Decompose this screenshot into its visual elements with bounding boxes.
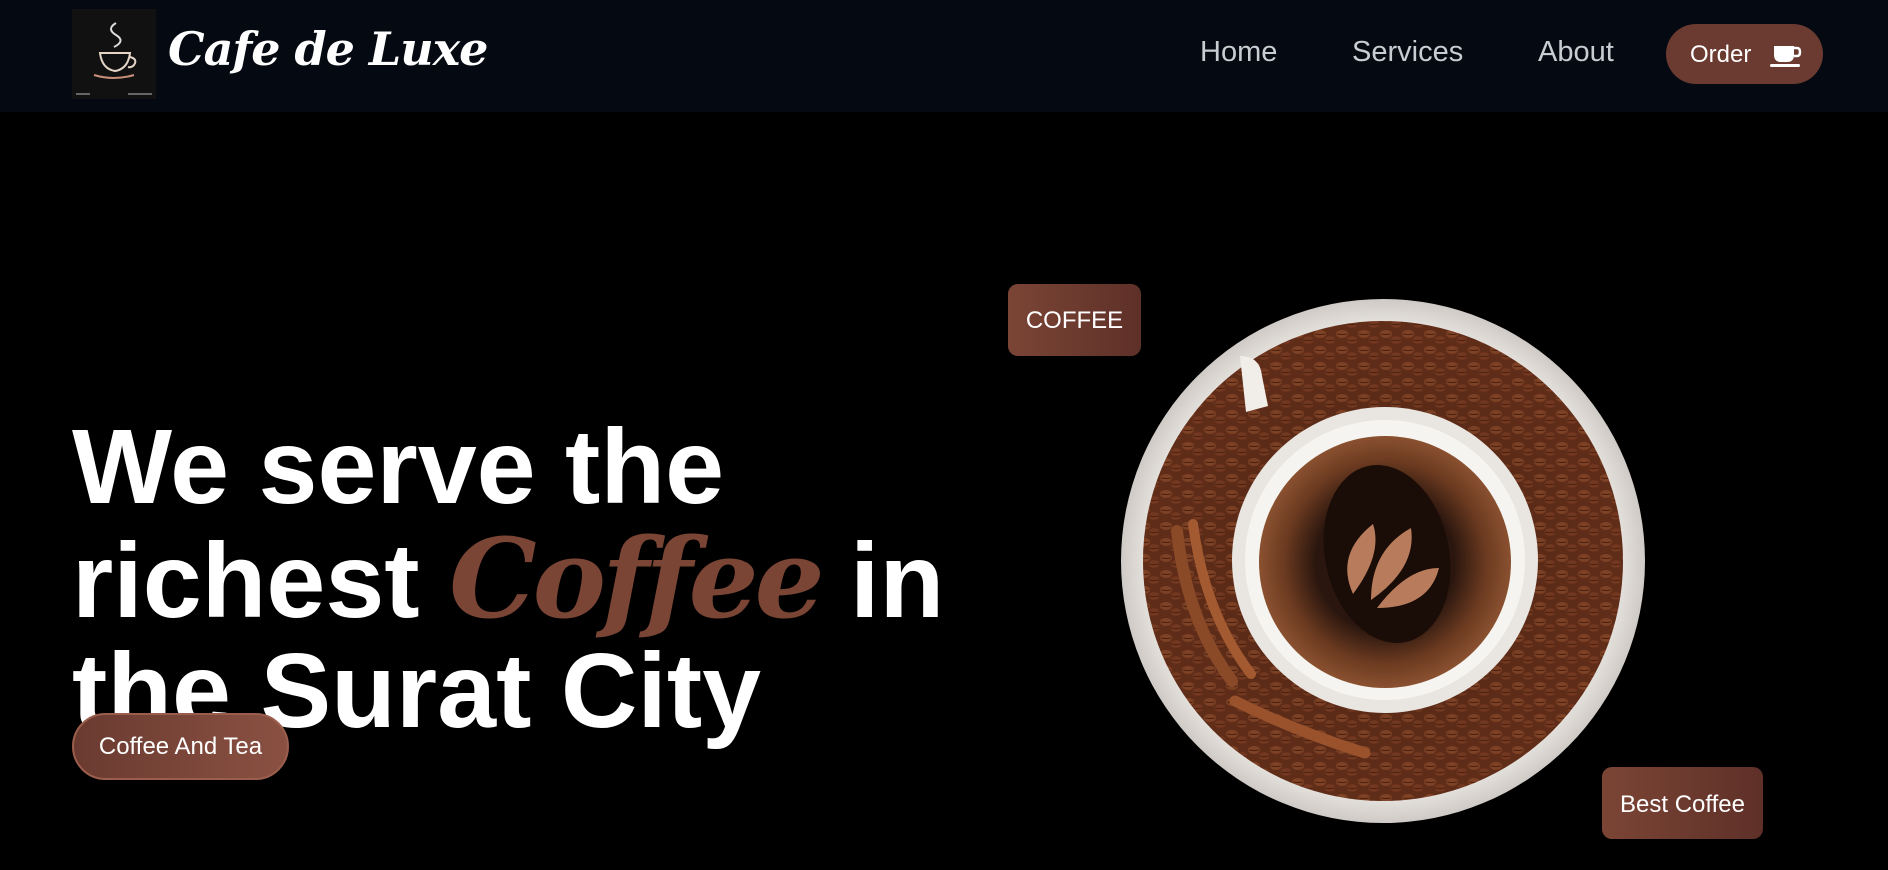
coffee-cup-icon bbox=[1770, 46, 1802, 67]
nav-link-services[interactable]: Services bbox=[1352, 36, 1463, 69]
steaming-cup-logo-icon bbox=[72, 9, 156, 99]
hero-line-2-pre: richest bbox=[72, 522, 420, 641]
nav-link-about[interactable]: About bbox=[1538, 36, 1614, 69]
cta-button-label: Coffee And Tea bbox=[98, 733, 263, 760]
order-button-label: Order bbox=[1690, 41, 1752, 68]
hero-line-2-post: in bbox=[850, 522, 945, 641]
coffee-tag: COFFEE bbox=[1008, 284, 1141, 356]
coffee-cup-image bbox=[1115, 296, 1655, 826]
coffee-tag-label: COFFEE bbox=[1025, 307, 1124, 334]
best-coffee-tag-label: Best Coffee bbox=[1620, 791, 1745, 818]
order-button[interactable]: Order bbox=[1666, 24, 1823, 84]
hero-accent-word: Coffee bbox=[449, 514, 825, 644]
hero-line-1: We serve the bbox=[72, 408, 725, 527]
navbar: Cafe de Luxe Home Services About Order bbox=[0, 0, 1888, 112]
coffee-and-tea-button[interactable]: Coffee And Tea bbox=[72, 713, 289, 780]
brand-name[interactable]: Cafe de Luxe bbox=[168, 22, 488, 76]
logo-image[interactable] bbox=[72, 9, 156, 99]
nav-link-home[interactable]: Home bbox=[1200, 36, 1277, 69]
hero-line-2: richest Coffee in bbox=[72, 523, 944, 638]
hero-title: We serve the richest Coffee in the Surat… bbox=[72, 411, 944, 747]
best-coffee-tag: Best Coffee bbox=[1602, 767, 1763, 839]
coffee-cup-illustration bbox=[1121, 299, 1645, 823]
